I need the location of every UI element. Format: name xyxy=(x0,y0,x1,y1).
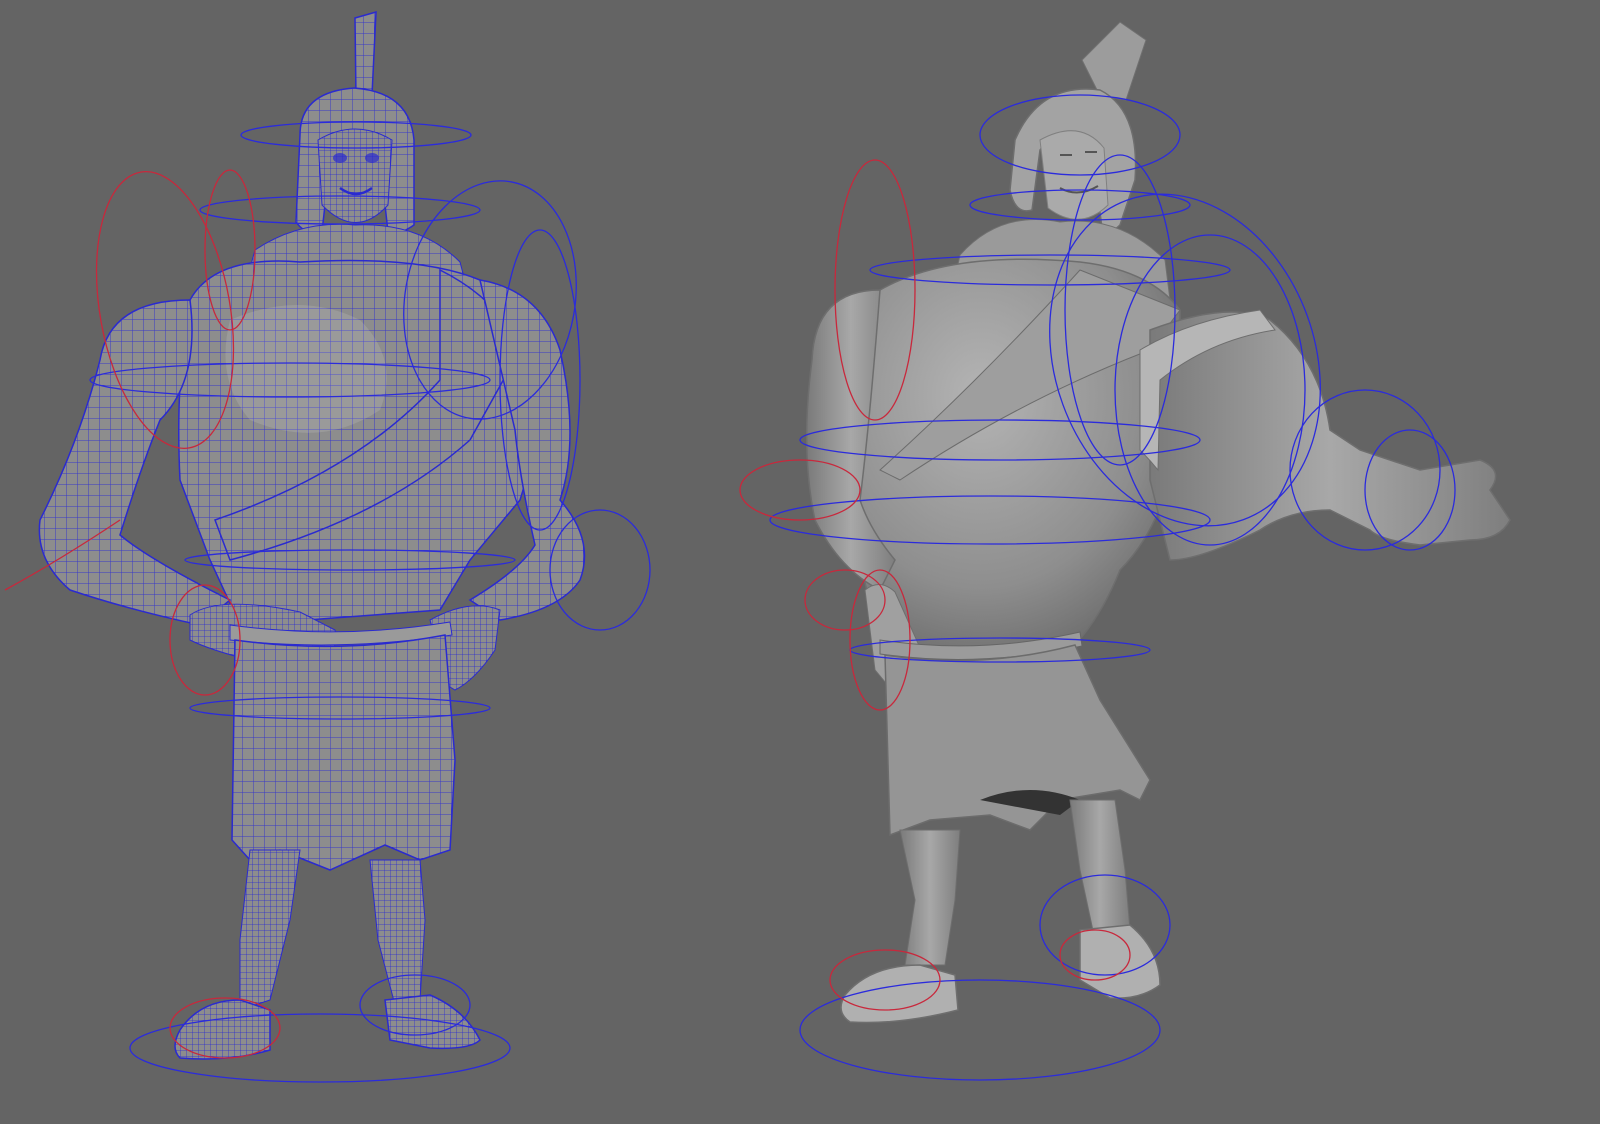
scene-canvas[interactable] xyxy=(0,0,1600,1124)
spartan-wireframe-character[interactable] xyxy=(38,10,586,1060)
spartan-shaded-character[interactable] xyxy=(805,21,1511,1024)
maya-viewport[interactable] xyxy=(0,0,1600,1124)
